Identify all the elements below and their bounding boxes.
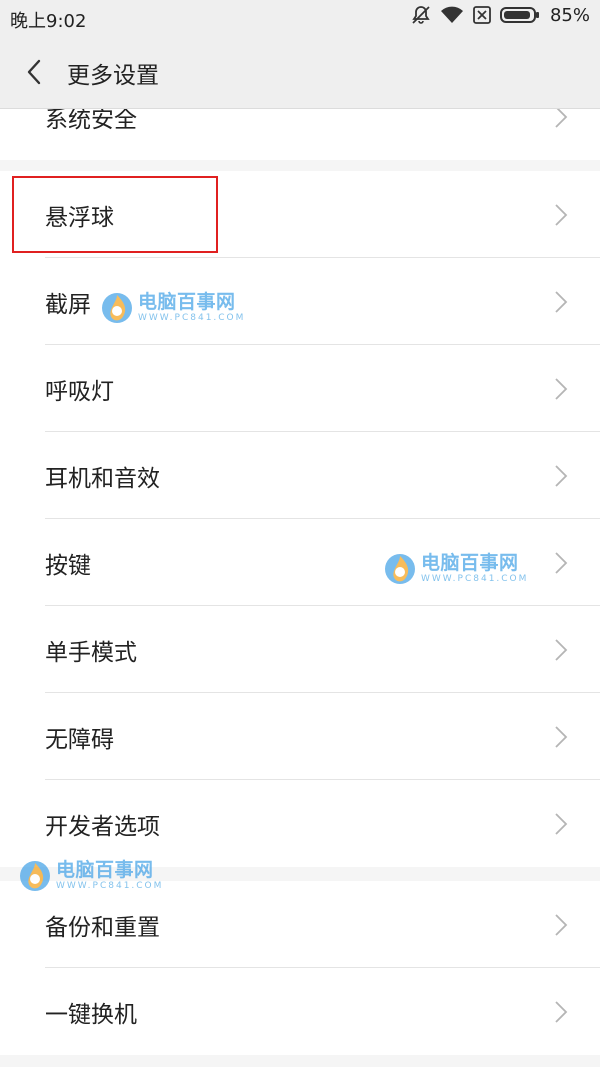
battery-percent: 85% <box>549 4 590 26</box>
watermark: 电脑百事网 WWW.PC841.COM <box>100 291 245 325</box>
list-item-label: 开发者选项 <box>45 813 160 840</box>
list-item-label: 一键换机 <box>45 1001 137 1028</box>
watermark-logo-icon <box>20 861 50 891</box>
watermark-logo-icon <box>385 554 415 584</box>
watermark-name: 电脑百事网 <box>421 552 519 574</box>
settings-list[interactable]: 系统安全 悬浮球 截屏 呼吸灯 耳机和音效 按键 单手模式 无障碍 开发者选项 … <box>0 109 600 1067</box>
list-item-headphones-audio[interactable]: 耳机和音效 <box>0 432 600 519</box>
watermark: 电脑百事网 WWW.PC841.COM <box>18 859 163 893</box>
header-bar: 更多设置 <box>0 36 600 109</box>
list-item-one-hand-mode[interactable]: 单手模式 <box>0 606 600 693</box>
list-item-accessibility[interactable]: 无障碍 <box>0 693 600 780</box>
list-item-label: 截屏 <box>45 291 91 318</box>
back-button[interactable] <box>16 54 52 90</box>
watermark: 电脑百事网 WWW.PC841.COM <box>383 552 528 586</box>
sim-off-icon <box>472 5 492 25</box>
list-item-screenshot[interactable]: 截屏 <box>0 258 600 345</box>
list-item-label: 耳机和音效 <box>45 465 160 492</box>
list-item-label: 单手模式 <box>45 639 137 666</box>
wifi-icon <box>440 5 464 25</box>
status-bar: 晚上9:02 85% <box>0 0 600 36</box>
watermark-name: 电脑百事网 <box>138 291 236 313</box>
list-item-label: 悬浮球 <box>45 204 114 231</box>
watermark-url: WWW.PC841.COM <box>138 313 246 323</box>
chevron-right-icon <box>555 913 568 936</box>
watermark-url: WWW.PC841.COM <box>56 881 164 891</box>
settings-group-main: 悬浮球 截屏 呼吸灯 耳机和音效 按键 单手模式 无障碍 开发者选项 <box>0 171 600 867</box>
settings-group-partial: 系统安全 <box>0 109 600 160</box>
watermark-url: WWW.PC841.COM <box>421 574 529 584</box>
chevron-right-icon <box>555 638 568 661</box>
chevron-right-icon <box>555 812 568 835</box>
chevron-right-icon <box>555 377 568 400</box>
battery-icon <box>499 5 540 25</box>
page-title: 更多设置 <box>67 63 159 89</box>
list-item-label: 备份和重置 <box>45 914 160 941</box>
list-item-label: 无障碍 <box>45 726 114 753</box>
list-item-label: 系统安全 <box>45 109 137 133</box>
list-item-developer-options[interactable]: 开发者选项 <box>0 780 600 867</box>
list-item-floating-ball[interactable]: 悬浮球 <box>0 171 600 258</box>
chevron-right-icon <box>555 203 568 226</box>
list-item-phone-migration[interactable]: 一键换机 <box>0 968 600 1055</box>
status-icons: 85% <box>410 4 590 26</box>
list-item-backup-reset[interactable]: 备份和重置 <box>0 881 600 968</box>
list-item-system-security[interactable]: 系统安全 <box>0 109 600 160</box>
list-item-label: 呼吸灯 <box>45 378 114 405</box>
chevron-right-icon <box>555 551 568 574</box>
settings-group-backup: 备份和重置 一键换机 <box>0 881 600 1055</box>
watermark-name: 电脑百事网 <box>56 859 154 881</box>
chevron-right-icon <box>555 464 568 487</box>
list-item-label: 按键 <box>45 552 91 579</box>
chevron-right-icon <box>555 1000 568 1023</box>
list-item-breathing-light[interactable]: 呼吸灯 <box>0 345 600 432</box>
chevron-right-icon <box>555 290 568 313</box>
mute-icon <box>410 4 432 26</box>
status-time: 晚上9:02 <box>10 11 87 32</box>
watermark-logo-icon <box>102 293 132 323</box>
chevron-right-icon <box>555 109 568 128</box>
chevron-right-icon <box>555 725 568 748</box>
back-arrow-icon <box>27 59 41 85</box>
